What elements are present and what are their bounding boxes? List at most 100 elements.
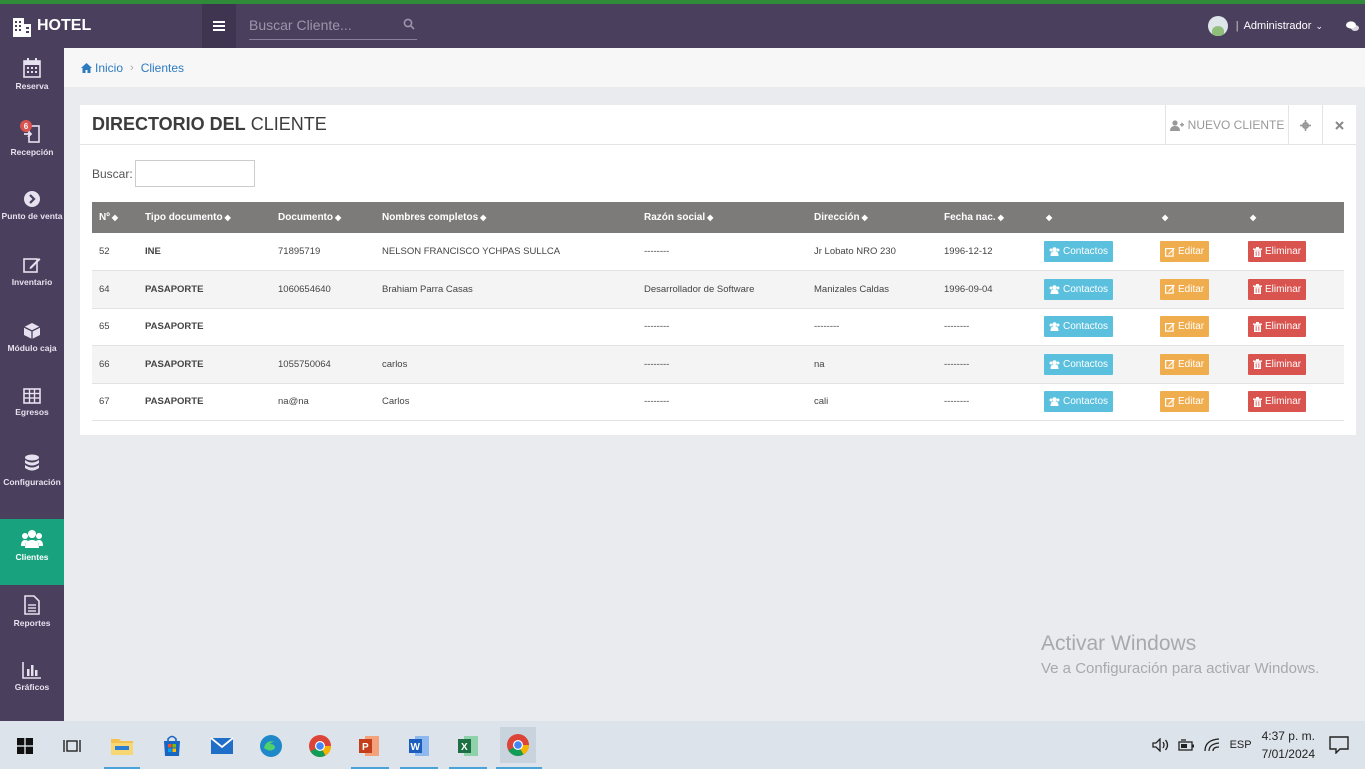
volume-icon[interactable] [1151, 738, 1170, 752]
edit-button[interactable]: Editar [1160, 278, 1210, 300]
filter-input[interactable] [134, 160, 255, 187]
windows-activation-watermark: Activar Windows Ve a Configuración para … [1041, 632, 1319, 677]
table-body: 52 INE 71895719 NELSON FRANCISCO YCHPAS SUL… [92, 233, 1344, 421]
task-view-icon [63, 740, 81, 752]
chrome-button[interactable] [305, 731, 335, 761]
cell-birth-date: -------- [937, 308, 1037, 346]
contacts-button[interactable]: Contactos [1044, 353, 1114, 375]
sidebar-item-reserva[interactable]: Reserva [0, 48, 64, 114]
close-button[interactable] [1322, 105, 1356, 145]
sidebar-item-graficos[interactable]: Gráficos [0, 651, 64, 717]
contacts-button[interactable]: Contactos [1044, 391, 1114, 413]
contacts-button[interactable]: Contactos [1044, 278, 1114, 300]
edge-icon [260, 735, 282, 757]
mail-icon [210, 737, 234, 754]
new-client-button[interactable]: NUEVO CLIENTE [1165, 105, 1288, 145]
button-label: Eliminar [1265, 321, 1302, 333]
column-header[interactable]: Tipo documento ◆ [138, 202, 271, 233]
mail-button[interactable] [207, 731, 237, 761]
cell-number: 52 [92, 233, 138, 271]
column-header[interactable]: Nombres completos ◆ [375, 202, 637, 233]
word-button[interactable]: W [404, 731, 434, 761]
breadcrumb-current[interactable]: Clientes [141, 61, 184, 75]
sidebar-item-recepcion[interactable]: Recepción [0, 114, 64, 180]
trash-icon [1253, 284, 1262, 295]
wifi-icon[interactable] [1203, 738, 1220, 752]
table-row: 67 PASAPORTE na@na Carlos -------- cali ------… [92, 383, 1344, 421]
button-label: Editar [1178, 358, 1205, 370]
users-icon [1049, 284, 1060, 294]
client-search-input[interactable] [249, 12, 399, 38]
edit-button[interactable]: Editar [1160, 391, 1210, 413]
top-bar: HOTEL | Administrador ⌄ [0, 4, 1365, 48]
edit-button[interactable]: Editar [1160, 241, 1210, 262]
cell-document: 1060654640 [271, 270, 375, 309]
clock[interactable]: 4:37 p. m. 7/01/2024 [1262, 727, 1315, 763]
sidebar-item-punto-de-venta[interactable]: Punto de venta [0, 180, 64, 246]
chat-icon[interactable] [1346, 21, 1359, 32]
column-header[interactable]: ◆ [1037, 202, 1153, 233]
delete-button[interactable]: Eliminar [1248, 278, 1307, 300]
column-header[interactable]: Fecha nac. ◆ [937, 202, 1037, 233]
edge-button[interactable] [256, 731, 286, 761]
table-header-row: Nº ◆ Tipo documento ◆ Documento ◆ Nombres c… [92, 202, 1344, 233]
notification-icon[interactable] [1329, 736, 1349, 754]
edit-icon [1165, 397, 1175, 407]
task-view-button[interactable] [57, 731, 87, 761]
sidebar-item-egresos[interactable]: Egresos [0, 378, 64, 444]
contacts-button[interactable]: Contactos [1044, 316, 1114, 338]
sidebar-item-clientes[interactable]: Clientes [0, 519, 64, 585]
sidebar-item-label: Reserva [15, 81, 49, 91]
column-header[interactable]: Dirección ◆ [807, 202, 937, 233]
cell-action: Eliminar [1241, 345, 1344, 384]
button-label: Contactos [1063, 246, 1109, 257]
edit-button[interactable]: Editar [1160, 353, 1210, 375]
clock-time: 4:37 p. m. [1261, 729, 1315, 743]
cell-full-name: NELSON FRANCISCO YCHPAS SULLCA [375, 233, 637, 271]
store-button[interactable] [157, 731, 187, 761]
edit-icon [1165, 285, 1175, 294]
sidebar-item-modulo-caja[interactable]: Módulo caja [0, 312, 64, 378]
sidebar-item-inventario[interactable]: Inventario [0, 246, 64, 312]
panel-tools: NUEVO CLIENTE [1165, 105, 1356, 145]
cell-business-name: -------- [637, 345, 807, 384]
windows-taskbar: P W X ESP 4:37 p. m. 7/01/2024 [0, 721, 1365, 769]
delete-button[interactable]: Eliminar [1248, 353, 1307, 375]
sidebar-item-reportes[interactable]: Reportes [0, 585, 64, 651]
powerpoint-button[interactable]: P [354, 731, 384, 761]
breadcrumb-home-link[interactable]: Inicio [95, 61, 123, 75]
watermark-title: Activar Windows [1041, 632, 1197, 655]
column-header[interactable]: Documento ◆ [271, 202, 375, 233]
column-header[interactable]: ◆ [1241, 202, 1344, 233]
menu-toggle-button[interactable] [202, 4, 236, 48]
brand[interactable]: HOTEL [0, 4, 202, 48]
sidebar-item-label: Módulo caja [7, 343, 57, 353]
sidebar-item-configuracion[interactable]: Configuración [0, 444, 64, 510]
button-label: Eliminar [1265, 358, 1302, 370]
cell-action: Editar [1153, 308, 1241, 346]
delete-button[interactable]: Eliminar [1248, 241, 1307, 262]
battery-icon[interactable] [1177, 738, 1196, 752]
excel-button[interactable]: X [453, 731, 483, 761]
input-language[interactable]: ESP [1230, 739, 1252, 751]
add-user-icon [1169, 119, 1184, 131]
column-header[interactable]: ◆ [1153, 202, 1241, 233]
delete-button[interactable]: Eliminar [1248, 316, 1307, 338]
cell-full-name: Brahiam Parra Casas [375, 270, 637, 309]
close-icon [1335, 120, 1344, 130]
user-menu[interactable]: | Administrador ⌄ [1207, 4, 1323, 48]
contacts-button[interactable]: Contactos [1044, 241, 1114, 262]
column-header[interactable]: Nº ◆ [92, 202, 138, 233]
sidebar-item-label: Reportes [13, 618, 51, 628]
sort-icon: ◆ [861, 213, 868, 222]
column-header[interactable]: Razón social ◆ [637, 202, 807, 233]
start-button[interactable] [10, 731, 40, 761]
delete-button[interactable]: Eliminar [1248, 391, 1307, 413]
chrome-active-button[interactable] [500, 727, 536, 763]
settings-button[interactable] [1288, 105, 1322, 145]
file-explorer-button[interactable] [107, 731, 137, 761]
divider: | [1235, 20, 1239, 32]
search-icon[interactable] [403, 18, 415, 30]
edit-button[interactable]: Editar [1160, 316, 1210, 338]
cell-action: Editar [1153, 270, 1241, 309]
